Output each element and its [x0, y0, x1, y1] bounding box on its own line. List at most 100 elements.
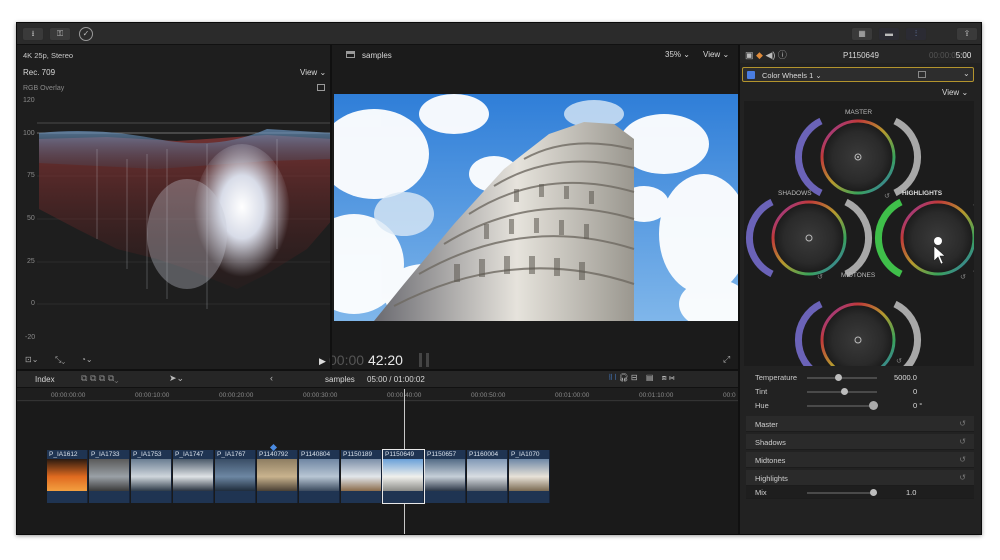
timeline-clip[interactable]: P_IA1767: [215, 450, 256, 503]
reset-icon[interactable]: ↺: [896, 357, 902, 365]
color-inspector-icon[interactable]: ◆: [756, 50, 763, 60]
hue-dial-icon[interactable]: [869, 401, 878, 410]
temperature-slider[interactable]: [807, 374, 877, 381]
param-value-tint[interactable]: 0: [913, 387, 917, 396]
chevron-down-icon: ⌄: [961, 88, 969, 97]
effect-menu-chevron[interactable]: ⌄: [963, 69, 970, 78]
connect-clip-icon[interactable]: ⧉: [81, 373, 87, 383]
y-tick: -20: [25, 334, 36, 341]
inspector-tab-icons[interactable]: ▣ ◆ ◀) ⓘ: [745, 48, 787, 61]
speed-menu[interactable]: ◔⌄: [81, 355, 101, 365]
clapper-icon: [346, 51, 355, 58]
reset-icon[interactable]: ↺: [960, 273, 966, 281]
section-master[interactable]: Master ↺: [746, 416, 974, 432]
mix-value[interactable]: 1.0: [906, 488, 916, 497]
clip-name: P1140804: [301, 451, 331, 458]
scope-settings-icon[interactable]: [317, 84, 325, 91]
inspector-view-menu[interactable]: View ⌄: [942, 88, 968, 97]
section-label: Midtones: [755, 456, 786, 465]
reset-icon[interactable]: ↺: [959, 455, 966, 464]
shadows-wheel[interactable]: [746, 198, 872, 278]
effect-name-text: Color Wheels 1: [762, 71, 814, 80]
reset-icon[interactable]: ↺: [817, 273, 823, 281]
inspector-clip-name: P1150649: [843, 51, 879, 60]
background-tasks-button[interactable]: ✓: [79, 27, 93, 41]
overwrite-clip-icon[interactable]: ⧉⌄: [108, 373, 119, 383]
scope-view-menu[interactable]: View ⌄: [300, 68, 326, 77]
section-shadows[interactable]: Shadows ↺: [746, 434, 974, 450]
timeline-clip[interactable]: P1160004: [467, 450, 508, 503]
solo-icon[interactable]: 🎧︎: [619, 373, 629, 382]
reset-icon[interactable]: ↺: [884, 192, 890, 200]
timeline-clip[interactable]: P_IA1070: [509, 450, 550, 503]
timeline-project-name: samples: [325, 375, 355, 384]
slider-knob[interactable]: [835, 374, 842, 381]
section-midtones[interactable]: Midtones ↺: [746, 452, 974, 468]
select-tool-menu[interactable]: ➤⌄: [169, 373, 184, 384]
skimming-icon[interactable]: ⦚⦚: [609, 373, 612, 382]
fullscreen-button[interactable]: ⤢: [723, 354, 730, 365]
import-button[interactable]: ⭳: [22, 27, 44, 41]
inspector-toggle-button[interactable]: ⫶: [905, 27, 927, 41]
timeline-clip[interactable]: P_IA1612: [47, 450, 88, 503]
timeline-toggle-button[interactable]: ▬: [878, 27, 900, 41]
timeline-ruler[interactable]: [17, 389, 738, 401]
y-tick: 100: [23, 130, 35, 137]
browser-toggle-button[interactable]: ▦: [851, 27, 873, 41]
timeline-clip[interactable]: P_IA1753: [131, 450, 172, 503]
reset-icon[interactable]: ↺: [959, 419, 966, 428]
slider-knob[interactable]: [870, 489, 877, 496]
reset-icon[interactable]: ↺: [959, 473, 966, 482]
timeline-right-tools[interactable]: ⦚⦚ ⦚ 🎧︎ ⊟ ▤ ⧈ ⋈: [609, 373, 675, 383]
master-wheel[interactable]: [795, 117, 921, 197]
index-button[interactable]: Index: [35, 375, 55, 384]
effect-enable-checkbox[interactable]: [747, 71, 755, 79]
arrow-cursor-icon: ➤⌄: [169, 373, 185, 383]
video-inspector-icon[interactable]: ▣: [745, 50, 754, 60]
effects-browser-icon[interactable]: ⧈: [662, 373, 667, 382]
section-highlights[interactable]: Highlights ↺: [746, 470, 974, 486]
viewer-view-menu[interactable]: View ⌄: [703, 50, 729, 59]
audio-inspector-icon[interactable]: ◀): [765, 50, 775, 60]
effect-selector[interactable]: Color Wheels 1 ⌄ ⌄: [742, 67, 974, 82]
audio-skimming-icon[interactable]: ⦚: [615, 373, 617, 382]
play-button[interactable]: ▶: [319, 356, 326, 367]
mix-slider[interactable]: [807, 489, 877, 496]
insert-clip-icon[interactable]: ⧉: [90, 373, 96, 383]
timeline-clip[interactable]: P_IA1733: [89, 450, 130, 503]
highlights-wheel[interactable]: [875, 198, 974, 278]
info-icon[interactable]: ⓘ: [778, 50, 787, 60]
edit-buttons[interactable]: ⧉ ⧉ ⧉ ⧉⌄: [81, 373, 119, 384]
timeline-clip[interactable]: P1150189: [341, 450, 382, 503]
format-label: 4K 25p, Stereo: [23, 51, 74, 60]
rgb-overlay-waveform: [37, 122, 341, 309]
share-button[interactable]: ⇪: [956, 27, 978, 41]
y-tick: 120: [23, 97, 35, 104]
timeline-clip[interactable]: P_IA1747: [173, 450, 214, 503]
clip-appearance-icon[interactable]: ▤: [646, 373, 654, 382]
color-wheels: ↺ ↺ ↺ ↺: [746, 117, 974, 366]
param-value-temperature[interactable]: 5000.0: [894, 373, 917, 382]
timeline-clip[interactable]: P1140804: [299, 450, 340, 503]
tint-slider[interactable]: [807, 388, 877, 395]
timeline-clip[interactable]: P1140792: [257, 450, 298, 503]
keyword-button[interactable]: ⚿: [49, 27, 71, 41]
reset-icon[interactable]: ↺: [959, 437, 966, 446]
snapping-icon[interactable]: ⊟: [631, 373, 638, 382]
timecode-value: 42:20: [367, 352, 403, 368]
effect-reset-icon[interactable]: [918, 71, 926, 78]
slider-knob[interactable]: [841, 388, 848, 395]
transform-tools-menu[interactable]: ⤡⌄: [55, 355, 75, 365]
zoom-menu[interactable]: 35% ⌄: [665, 50, 690, 59]
param-value-hue[interactable]: 0 °: [913, 401, 922, 410]
midtones-label: MIDTONES: [841, 272, 876, 279]
history-back-button[interactable]: ‹: [270, 373, 273, 383]
hue-slider[interactable]: [807, 401, 878, 410]
clip-thumbnail: [383, 459, 423, 491]
mix-label: Mix: [755, 488, 767, 497]
timeline-clip[interactable]: P1150649: [382, 449, 425, 504]
viewer-display-menu[interactable]: ⊡⌄: [25, 355, 45, 365]
append-clip-icon[interactable]: ⧉: [99, 373, 105, 383]
timeline-clip[interactable]: P1150657: [425, 450, 466, 503]
transitions-browser-icon[interactable]: ⋈: [669, 373, 675, 382]
